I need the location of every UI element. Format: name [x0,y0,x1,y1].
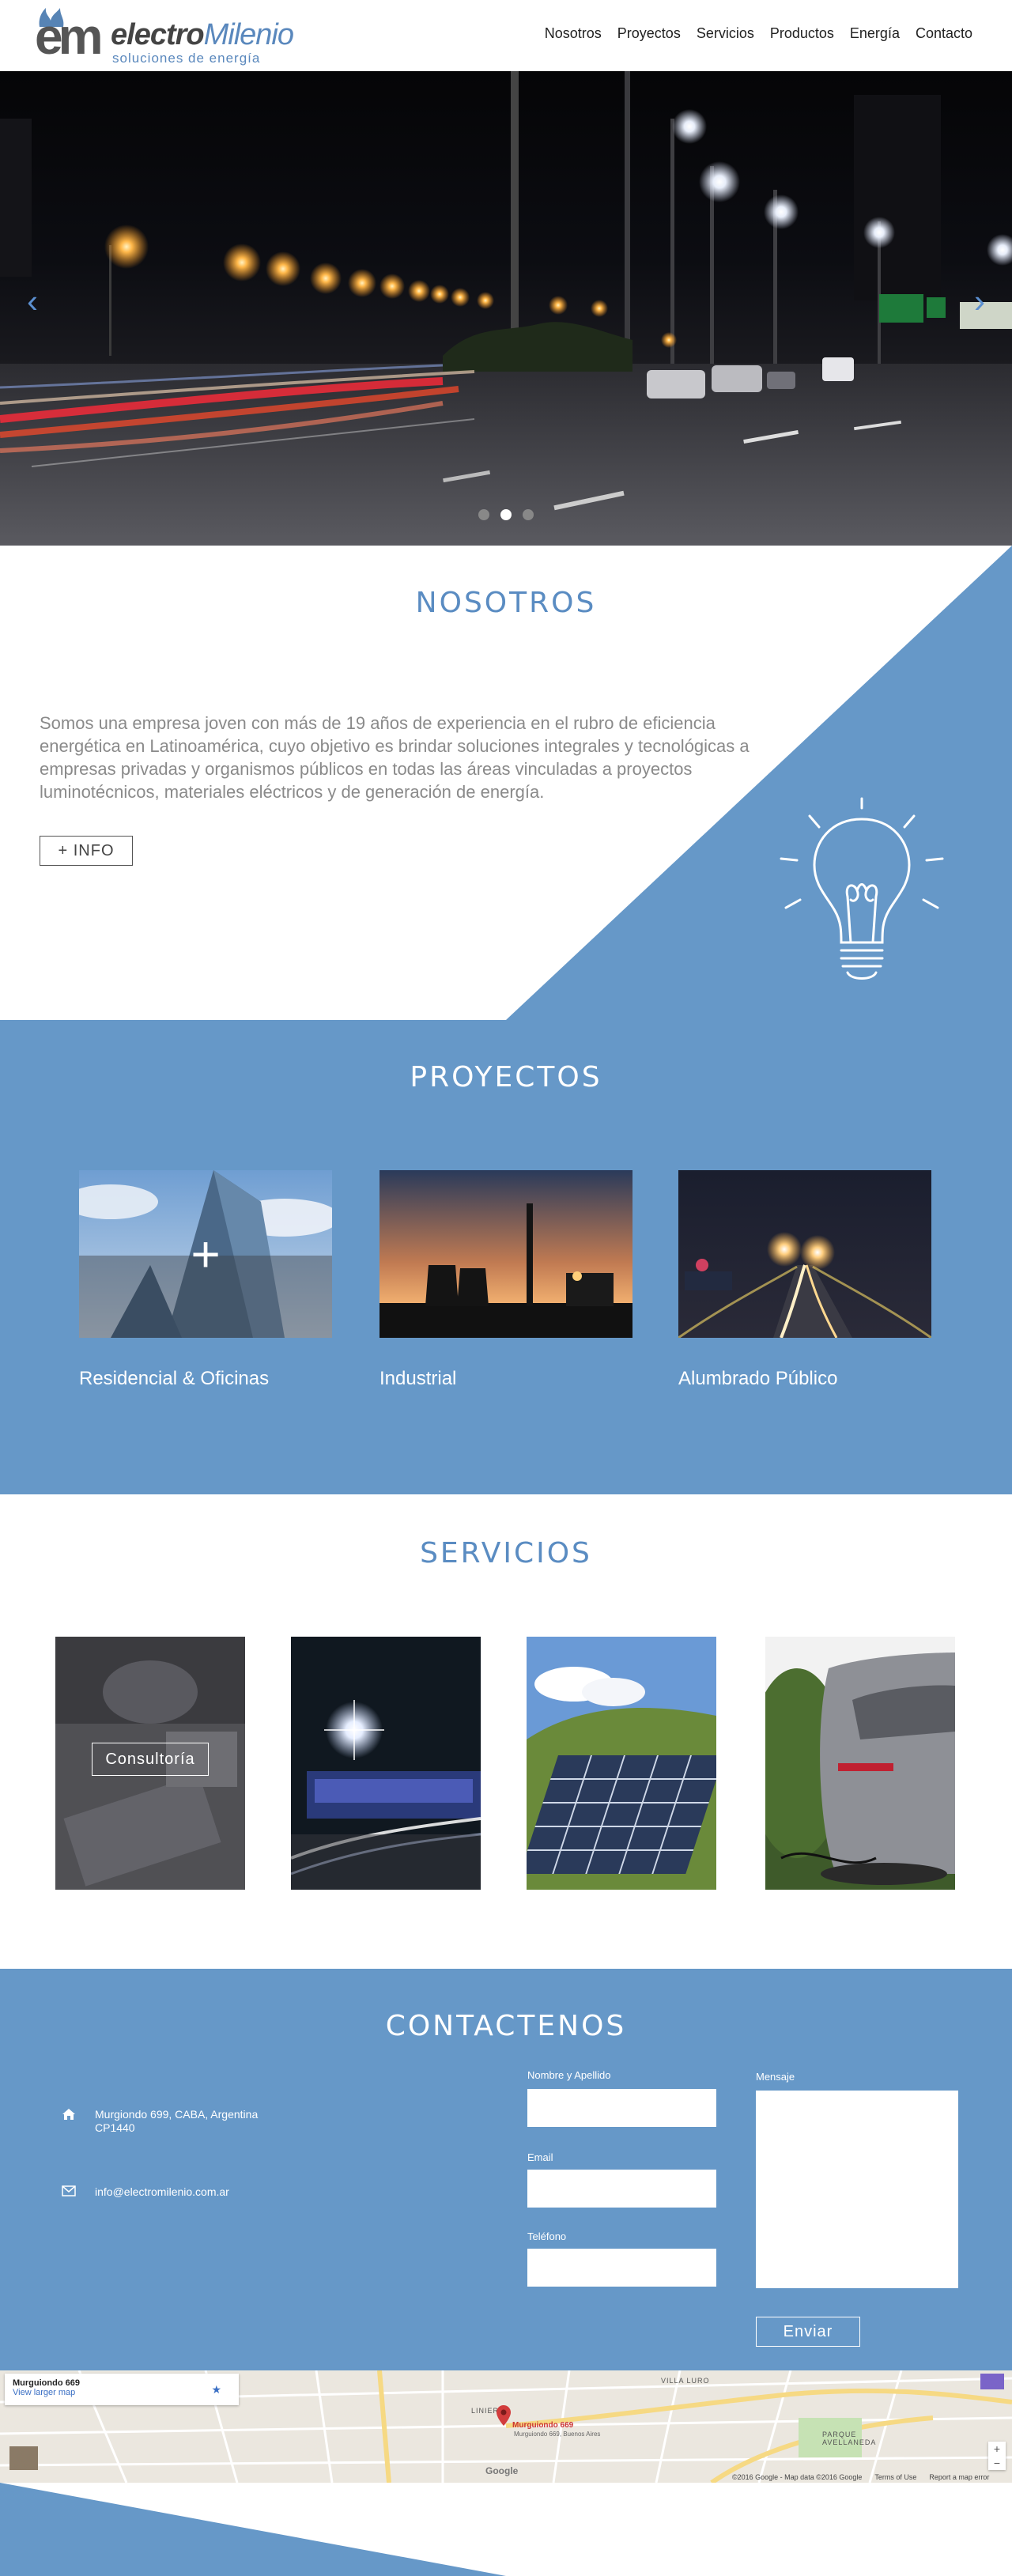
site-header: em electroMilenio soluciones de energía … [0,0,1012,71]
site-footer [0,2483,1012,2576]
map-marker-icon[interactable] [497,2405,511,2426]
plus-icon: + [191,1226,221,1282]
phone-label: Teléfono [527,2230,567,2242]
footer-diagonal [0,2483,506,2576]
service-label-consultoria: Consultoría [92,1743,209,1776]
slider-dots [0,509,1012,520]
envelope-icon [62,2185,77,2200]
message-label: Mensaje [756,2071,795,2083]
star-icon[interactable]: ★ [211,2383,221,2397]
zoom-out-button[interactable]: − [988,2456,1006,2470]
brand-logo[interactable]: em electroMilenio soluciones de energía [35,6,294,66]
section-title-servicios: SERVICIOS [420,1537,592,1569]
slider-prev-button[interactable]: ‹ [27,285,38,318]
service-card-auto[interactable] [765,1637,955,1890]
message-field[interactable] [756,2091,958,2288]
slider-dot-3[interactable] [523,509,534,520]
chevron-left-icon: ‹ [27,282,38,319]
hero-image [0,71,1012,546]
view-larger-map-link[interactable]: View larger map [13,2388,231,2397]
chevron-right-icon: › [974,282,985,319]
service-card-consultoria[interactable]: Consultoría [55,1637,245,1890]
section-title-proyectos: PROYECTOS [410,1061,602,1093]
service-card-solar[interactable] [527,1637,716,1890]
section-title-contacto: CONTACTENOS [385,2010,627,2042]
map-copyright: ©2016 Google - Map data ©2016 Google [732,2473,863,2481]
map-place-parque: PARQUE AVELLANEDA [822,2431,877,2446]
project-label-residencial: Residencial & Oficinas [79,1368,270,1389]
map-report-link[interactable]: Report a map error [929,2473,989,2481]
phone-field[interactable] [527,2249,716,2287]
project-image-industrial [380,1170,632,1338]
slider-dot-2[interactable] [500,509,512,520]
nosotros-description: Somos una empresa joven con más de 19 añ… [40,713,750,802]
location-map[interactable]: Murguiondo 669 View larger map ★ LINIERS… [0,2370,1012,2483]
map-place-villa-luro: VILLA LURO [661,2377,710,2385]
email-text[interactable]: info@electromilenio.com.ar [95,2185,229,2200]
info-button[interactable]: + INFO [40,836,133,866]
nav-item-productos[interactable]: Productos [770,25,834,42]
project-card-residencial[interactable]: + Residencial & Oficinas [79,1170,332,1390]
email-field[interactable] [527,2170,716,2208]
service-image-auto [765,1637,955,1890]
nosotros-section: NOSOTROS Somos una empresa joven con más… [0,546,1012,1020]
address-text: Murgiondo 699, CABA, Argentina CP1440 [95,2108,259,2134]
map-info-card: Murguiondo 669 View larger map ★ [5,2374,239,2405]
proyectos-section: PROYECTOS + Residencial & Oficinas Indus… [0,1020,1012,1494]
nav-item-servicios[interactable]: Servicios [697,25,754,42]
project-card-industrial[interactable]: Industrial [380,1170,632,1390]
project-image-residencial: + [79,1170,332,1338]
map-footer: ©2016 Google - Map data ©2016 Google Ter… [732,2473,989,2481]
submit-button[interactable]: Enviar [756,2317,860,2347]
contact-email: info@electromilenio.com.ar [62,2185,229,2200]
hero-slider[interactable]: ‹ › [0,71,1012,546]
slider-next-button[interactable]: › [974,285,985,318]
slider-dot-1[interactable] [478,509,489,520]
logo-monogram: em [35,8,103,65]
nav-item-contacto[interactable]: Contacto [916,25,972,42]
home-icon [62,2108,77,2135]
name-field[interactable] [527,2089,716,2127]
lightbulb-icon [780,797,944,980]
email-label: Email [527,2151,553,2163]
nav-item-proyectos[interactable]: Proyectos [617,25,681,42]
nav-item-nosotros[interactable]: Nosotros [545,25,602,42]
map-zoom-control: + − [988,2442,1006,2470]
zoom-in-button[interactable]: + [988,2442,1006,2456]
project-card-alumbrado[interactable]: Alumbrado Público [678,1170,931,1390]
map-marker-title: Murguiondo 669 [512,2421,574,2430]
brand-name: electroMilenio [111,18,294,51]
section-title-nosotros: NOSOTROS [415,587,597,619]
main-nav: Nosotros Proyectos Servicios Productos E… [545,25,972,42]
contacto-section: CONTACTENOS Murgiondo 699, CABA, Argenti… [0,1969,1012,2370]
service-image-solar [527,1637,716,1890]
name-label: Nombre y Apellido [527,2069,611,2081]
project-image-alumbrado [678,1170,931,1338]
nav-item-energia[interactable]: Energía [850,25,900,42]
project-label-alumbrado: Alumbrado Público [678,1368,838,1389]
service-image-alumbrado [291,1637,481,1890]
map-terms-link[interactable]: Terms of Use [874,2473,916,2481]
google-logo: Google [485,2465,519,2476]
brand-tagline: soluciones de energía [112,51,261,66]
servicios-section: SERVICIOS Consultoría [0,1494,1012,1969]
map-card-title: Murguiondo 669 [13,2378,80,2388]
project-label-industrial: Industrial [380,1368,457,1389]
service-card-alumbrado[interactable] [291,1637,481,1890]
map-marker-subtitle: Murguiondo 669, Buenos Aires [514,2431,601,2438]
contact-address: Murgiondo 699, CABA, Argentina CP1440 [62,2108,277,2135]
